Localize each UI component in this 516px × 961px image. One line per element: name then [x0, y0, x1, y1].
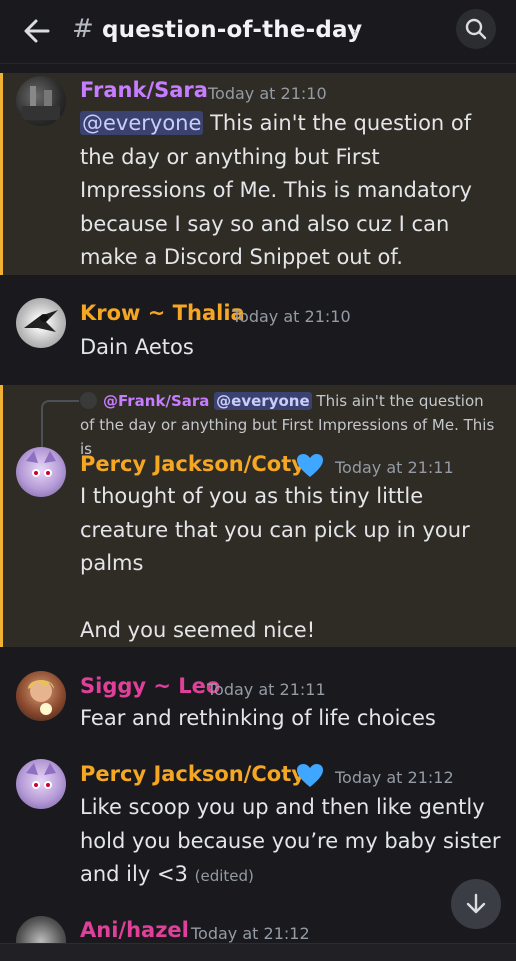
- message-item[interactable]: Krow ~ Thalia Today at 21:10 Dain Aetos: [0, 287, 516, 375]
- message-content: Dain Aetos: [80, 335, 194, 359]
- chevron-right-icon[interactable]: ›: [352, 22, 358, 41]
- message-content: Fear and rethinking of life choices: [80, 706, 436, 730]
- message-item[interactable]: Ani/hazel Today at 21:12: [0, 908, 516, 943]
- search-icon: [465, 18, 487, 40]
- message-timestamp: Today at 21:11: [335, 458, 454, 477]
- avatar[interactable]: [16, 298, 66, 348]
- message-author[interactable]: Percy Jackson/Coty: [80, 762, 305, 786]
- reply-preview[interactable]: @Frank/Sara @everyone This ain't the que…: [80, 389, 500, 461]
- back-button[interactable]: [20, 14, 54, 48]
- message-author[interactable]: Krow ~ Thalia: [80, 301, 245, 325]
- avatar[interactable]: [16, 447, 66, 497]
- back-arrow-icon: [24, 19, 50, 43]
- message-text: Like scoop you up and then like gently h…: [80, 795, 508, 886]
- blue-heart-icon: [297, 454, 323, 477]
- message-item[interactable]: Frank/Sara Today at 21:10 @everyone This…: [0, 73, 516, 275]
- message-content: I thought of you as this tiny little cre…: [80, 484, 470, 642]
- message-item[interactable]: Siggy ~ Leo Today at 21:11 Fear and reth…: [0, 658, 516, 738]
- avatar[interactable]: [16, 759, 66, 809]
- reply-everyone-mention: @everyone: [214, 392, 312, 410]
- message-author[interactable]: Ani/hazel: [80, 918, 189, 942]
- channel-title[interactable]: question-of-the-day: [102, 17, 362, 43]
- message-author[interactable]: Frank/Sara: [80, 78, 208, 102]
- arrow-down-icon: [466, 893, 486, 914]
- everyone-mention[interactable]: @everyone: [80, 111, 204, 135]
- channel-hash-icon: #: [72, 14, 94, 44]
- channel-header: # question-of-the-day ›: [0, 0, 516, 64]
- message-author[interactable]: Siggy ~ Leo: [80, 674, 220, 698]
- message-item[interactable]: Percy Jackson/Coty Today at 21:12 Like s…: [0, 748, 516, 898]
- message-timestamp: Today at 21:12: [191, 924, 310, 943]
- jump-to-bottom-button[interactable]: [451, 879, 501, 929]
- message-composer-edge: [0, 943, 516, 961]
- avatar[interactable]: [16, 671, 66, 721]
- reply-author[interactable]: @Frank/Sara: [103, 392, 209, 410]
- blue-heart-icon: [297, 764, 323, 787]
- edited-label: (edited): [194, 867, 254, 885]
- message-timestamp: Today at 21:10: [232, 307, 351, 326]
- message-content: Like scoop you up and then like gently h…: [80, 791, 505, 894]
- reply-avatar: [80, 392, 97, 409]
- message-timestamp: Today at 21:12: [335, 768, 454, 787]
- message-content: @everyone This ain't the question of the…: [80, 107, 505, 275]
- avatar[interactable]: [16, 76, 66, 126]
- avatar[interactable]: [16, 916, 66, 943]
- reply-connector: [41, 400, 79, 448]
- message-timestamp: Today at 21:11: [207, 680, 326, 699]
- message-author[interactable]: Percy Jackson/Coty: [80, 452, 305, 476]
- search-button[interactable]: [456, 9, 496, 49]
- message-item[interactable]: @Frank/Sara @everyone This ain't the que…: [0, 385, 516, 647]
- message-timestamp: Today at 21:10: [208, 84, 327, 103]
